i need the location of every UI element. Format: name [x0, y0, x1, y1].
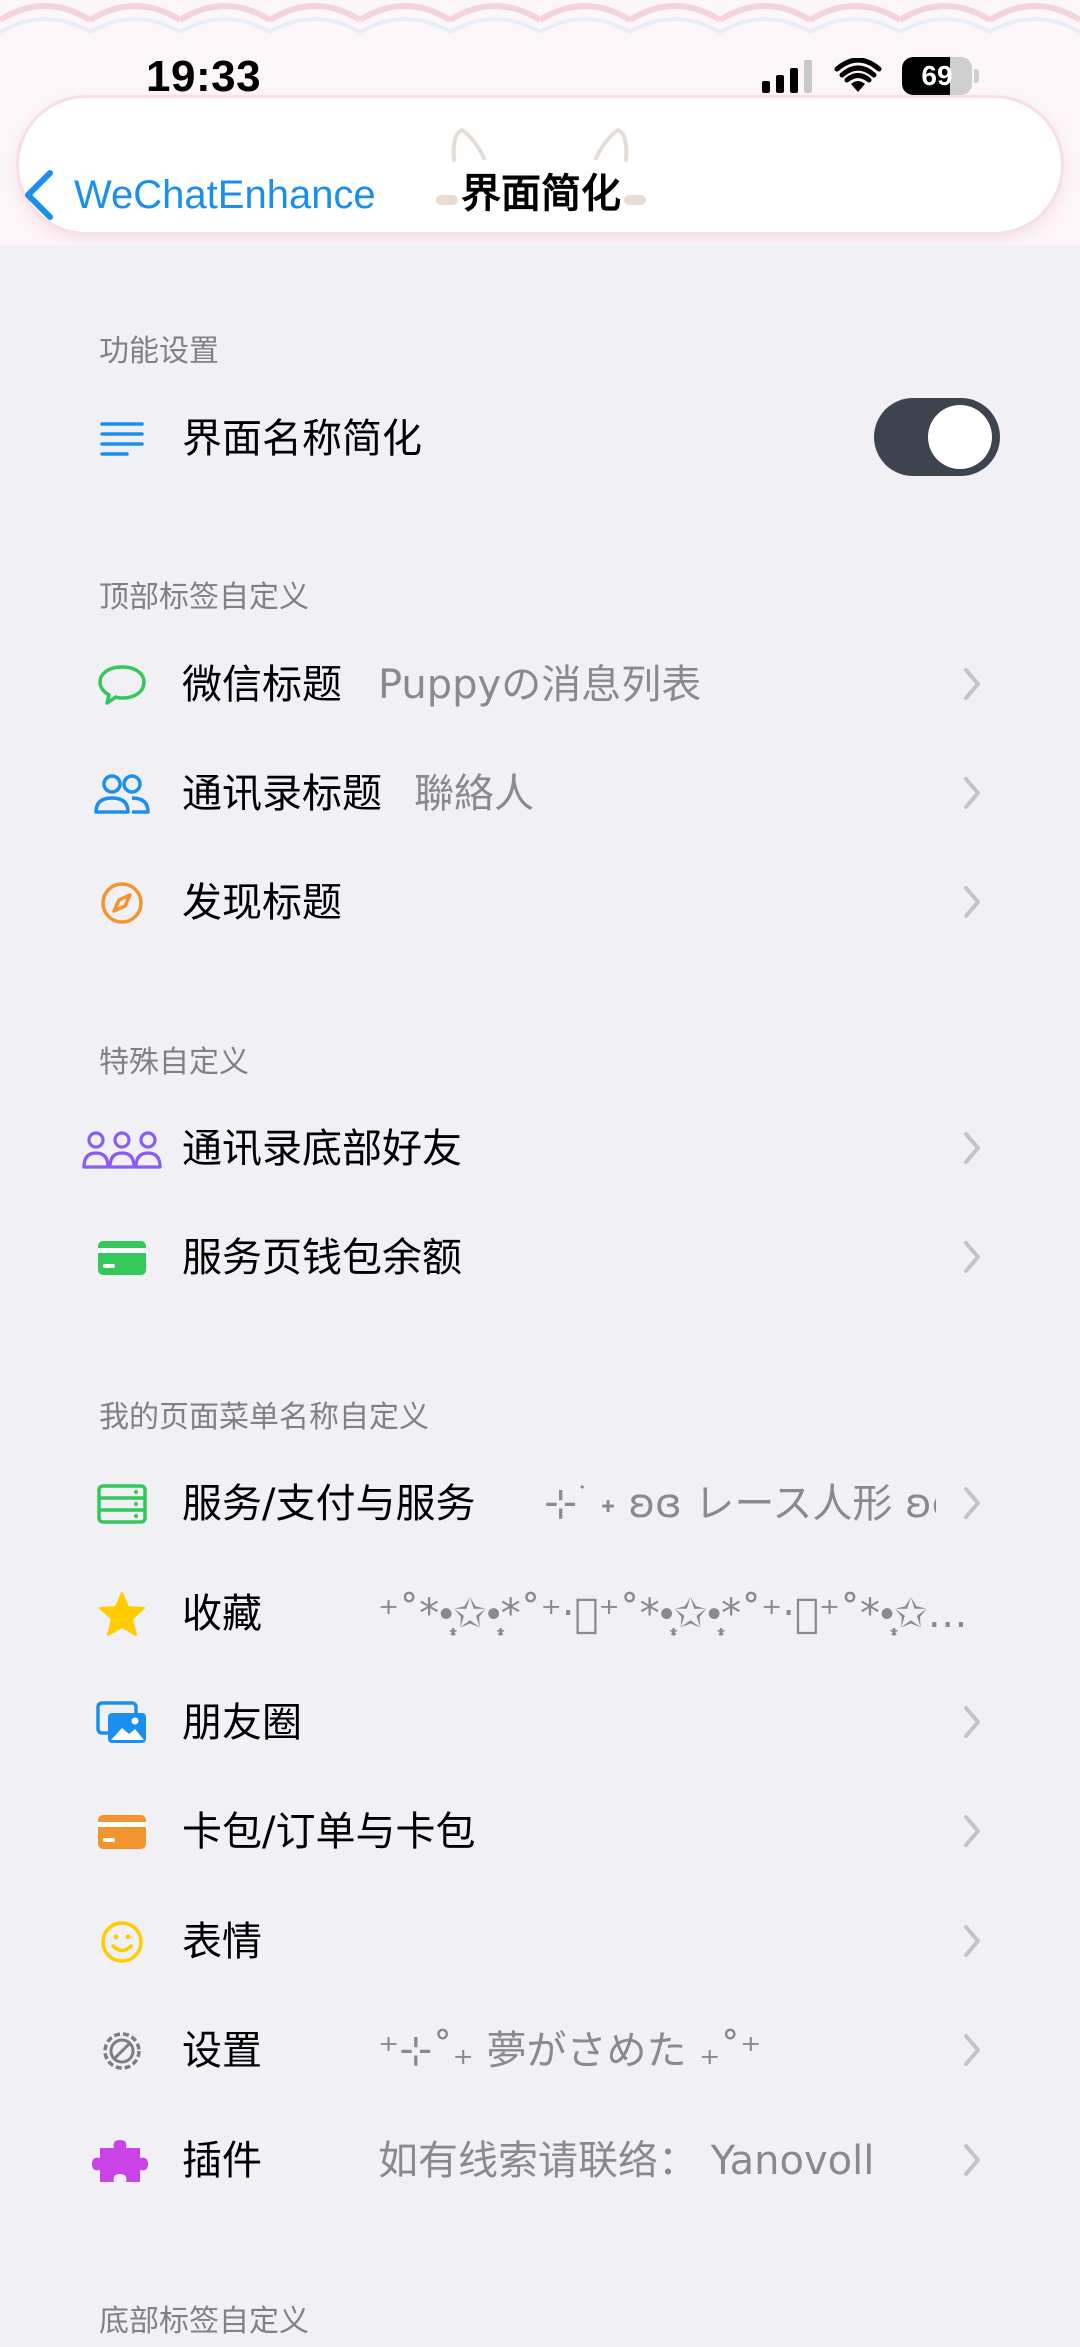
list-icon [82, 414, 162, 464]
cellular-signal-icon [762, 59, 812, 93]
row-label: 界面名称简化 [182, 416, 422, 462]
row-label: 表情 [182, 1919, 262, 1965]
star-icon [82, 1589, 162, 1639]
row-cards[interactable]: 卡包/订单与卡包 [0, 1781, 1080, 1881]
row-wechat-title[interactable]: 微信标题 Puppyの消息列表 [0, 634, 1080, 734]
cat-whisker-right-decoration [624, 195, 646, 205]
chevron-right-icon [964, 1706, 980, 1738]
row-label: 朋友圈 [182, 1700, 302, 1746]
row-value: Puppyの消息列表 [378, 662, 702, 708]
row-value: 聯絡人 [414, 771, 534, 817]
gear-icon [82, 2026, 162, 2076]
chevron-left-icon [25, 170, 53, 220]
chat-bubble-icon [82, 660, 162, 710]
status-icons: 69 [762, 56, 979, 96]
wallet-card-icon [82, 1233, 162, 1283]
row-plugins[interactable]: 插件 如有线索请联络： Yanovoll [0, 2110, 1080, 2210]
chevron-right-icon [964, 1487, 980, 1519]
row-label: 发现标题 [182, 880, 342, 926]
service-icon [82, 1479, 162, 1529]
group-icon [82, 1124, 162, 1174]
scallop-decoration [0, 0, 1080, 60]
row-discover-title[interactable]: 发现标题 [0, 852, 1080, 952]
wifi-icon [834, 58, 882, 92]
navigation-header: 19:33 69 WeChatEnhance 界面简化 [0, 0, 1080, 245]
chevron-right-icon [964, 1241, 980, 1273]
name-simplify-toggle[interactable] [874, 398, 1000, 476]
chevron-right-icon [964, 2144, 980, 2176]
row-service-wallet-balance[interactable]: 服务页钱包余额 [0, 1207, 1080, 1307]
row-contacts-bottom-friends[interactable]: 通讯录底部好友 [0, 1098, 1080, 1198]
chevron-right-icon [964, 1132, 980, 1164]
row-contacts-title[interactable]: 通讯录标题 聯絡人 [0, 743, 1080, 843]
section-header-special: 特殊自定义 [99, 1045, 249, 1080]
row-label: 服务页钱包余额 [182, 1235, 462, 1281]
row-label: 微信标题 [182, 662, 342, 708]
row-label: 设置 [182, 2028, 262, 2074]
chevron-right-icon [964, 2034, 980, 2066]
chevron-right-icon [964, 1815, 980, 1847]
back-button-label: WeChatEnhance [74, 172, 376, 217]
row-service-payment[interactable]: 服务/支付与服务 ⊹ ࣪ ˖ ʚɞ レース人形 ʚɞ… [0, 1453, 1080, 1553]
compass-icon [82, 878, 162, 928]
row-value: ⁺˚*•̩̩͙✩•̩̩͙*˚⁺‧͙⁺˚*•̩̩͙✩•̩̩͙*˚⁺‧͙⁺˚*•̩̩… [378, 1591, 968, 1637]
cat-ear-right-decoration [594, 128, 629, 162]
row-label: 通讯录标题 [182, 771, 382, 817]
chevron-right-icon [964, 668, 980, 700]
toggle-knob [928, 405, 992, 469]
row-label: 通讯录底部好友 [182, 1126, 462, 1172]
photos-icon [82, 1698, 162, 1748]
chevron-right-icon [964, 1925, 980, 1957]
cat-ear-left-decoration [451, 128, 486, 162]
chevron-right-icon [964, 777, 980, 809]
row-settings[interactable]: 设置 ⁺⊹˚₊ 夢がさめた ₊˚⁺ [0, 2000, 1080, 2100]
section-header-my-page-menu: 我的页面菜单名称自定义 [99, 1400, 429, 1435]
row-label: 收藏 [182, 1591, 262, 1637]
row-value: ⊹ ࣪ ˖ ʚɞ レース人形 ʚɞ… [544, 1481, 936, 1527]
row-moments[interactable]: 朋友圈 [0, 1672, 1080, 1772]
people-icon [82, 769, 162, 819]
section-header-bottom-tabs: 底部标签自定义 [99, 2304, 309, 2339]
chevron-right-icon [964, 886, 980, 918]
back-button[interactable]: WeChatEnhance [22, 165, 376, 225]
row-label: 插件 [182, 2138, 262, 2184]
battery-icon: 69 [902, 57, 972, 95]
smiley-icon [82, 1917, 162, 1967]
puzzle-icon [82, 2136, 162, 2186]
section-header-top-tabs: 顶部标签自定义 [99, 580, 309, 615]
battery-level: 69 [921, 60, 953, 91]
row-value: 如有线索请联络： Yanovoll [378, 2138, 875, 2184]
battery-tip [974, 69, 979, 83]
page-title: 界面简化 [461, 171, 621, 217]
cat-whisker-left-decoration [436, 195, 458, 205]
row-favorites[interactable]: 收藏 ⁺˚*•̩̩͙✩•̩̩͙*˚⁺‧͙⁺˚*•̩̩͙✩•̩̩͙*˚⁺‧͙⁺˚*… [0, 1563, 1080, 1663]
row-label: 卡包/订单与卡包 [182, 1809, 476, 1855]
row-stickers[interactable]: 表情 [0, 1891, 1080, 1991]
card-icon [82, 1807, 162, 1857]
row-value: ⁺⊹˚₊ 夢がさめた ₊˚⁺ [378, 2028, 762, 2074]
section-header-feature-settings: 功能设置 [99, 334, 219, 369]
row-label: 服务/支付与服务 [182, 1481, 476, 1527]
